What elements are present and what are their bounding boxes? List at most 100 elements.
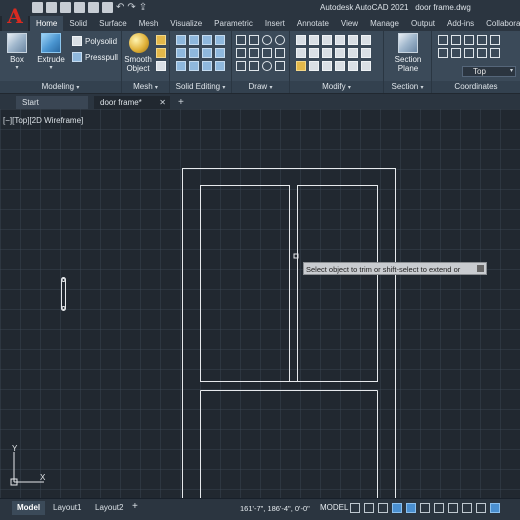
erase-icon[interactable] <box>335 35 345 45</box>
share-icon[interactable]: ⇪ <box>139 2 147 13</box>
thicken-icon[interactable] <box>189 61 199 71</box>
tab-manage[interactable]: Manage <box>364 16 405 31</box>
redo-icon[interactable]: ↷ <box>127 2 135 13</box>
tab-start[interactable]: Start <box>16 96 88 109</box>
mesh-group-label[interactable]: Mesh ▾ <box>122 81 169 93</box>
subtract-icon[interactable] <box>189 35 199 45</box>
draw-group-label[interactable]: Draw ▾ <box>232 81 289 93</box>
isometric-drafting-icon[interactable] <box>420 503 430 513</box>
ortho-mode-icon[interactable] <box>392 503 402 513</box>
union-icon[interactable] <box>176 35 186 45</box>
shell-icon[interactable] <box>202 61 212 71</box>
box-button[interactable]: Box ▾ <box>4 33 30 71</box>
polar-tracking-icon[interactable] <box>406 503 416 513</box>
arc-icon[interactable] <box>275 35 285 45</box>
ucs-z-axis-icon[interactable] <box>464 48 474 58</box>
web-mobile-icon[interactable] <box>88 2 99 13</box>
ucs-object-icon[interactable] <box>490 35 500 45</box>
tab-layout1[interactable]: Layout1 <box>48 501 86 515</box>
presspull-button[interactable]: Presspull <box>72 52 118 62</box>
mesh-smooth-more-icon[interactable] <box>156 48 166 58</box>
imprint-icon[interactable] <box>215 61 225 71</box>
new-tab-button[interactable]: + <box>178 96 184 109</box>
tab-home[interactable]: Home <box>30 16 64 31</box>
tab-door-frame[interactable]: door frame* ✕ <box>94 96 170 109</box>
array-icon[interactable] <box>361 48 371 58</box>
fillet-icon[interactable] <box>322 48 332 58</box>
ucs-x-icon[interactable] <box>490 48 500 58</box>
coordinate-readout[interactable]: 161'-7", 186'-4", 0'-0" <box>240 504 310 513</box>
open-file-icon[interactable] <box>46 2 57 13</box>
tab-parametric[interactable]: Parametric <box>208 16 259 31</box>
tab-visualize[interactable]: Visualize <box>164 16 208 31</box>
intersect-icon[interactable] <box>202 35 212 45</box>
polyline-icon[interactable] <box>249 35 259 45</box>
workspace-switching-icon[interactable] <box>490 503 500 513</box>
extrude-button[interactable]: Extrude ▾ <box>36 33 66 71</box>
polysolid-button[interactable]: Polysolid <box>72 36 117 46</box>
mirror-icon[interactable] <box>309 48 319 58</box>
offset-icon[interactable] <box>361 35 371 45</box>
polygon-icon[interactable] <box>236 61 246 71</box>
object-snap-icon[interactable] <box>448 503 458 513</box>
undo-icon[interactable]: ↶ <box>116 2 124 13</box>
fillet-edge-icon[interactable] <box>189 48 199 58</box>
explode-icon[interactable] <box>348 35 358 45</box>
tab-output[interactable]: Output <box>405 16 441 31</box>
tab-solid[interactable]: Solid <box>63 16 93 31</box>
ucs-origin-icon[interactable] <box>451 48 461 58</box>
tooltip-options-icon[interactable] <box>477 265 484 272</box>
tab-surface[interactable]: Surface <box>93 16 133 31</box>
modeling-group-label[interactable]: Modeling ▾ <box>0 81 121 93</box>
smooth-object-button[interactable]: Smooth Object <box>124 33 154 73</box>
snap-mode-icon[interactable] <box>364 503 374 513</box>
tab-insert[interactable]: Insert <box>259 16 291 31</box>
circle-icon[interactable] <box>262 35 272 45</box>
save-icon[interactable] <box>60 2 71 13</box>
ucs-3point-icon[interactable] <box>477 48 487 58</box>
solid-editing-group-label[interactable]: Solid Editing ▾ <box>170 81 231 93</box>
chamfer-icon[interactable] <box>361 61 371 71</box>
interfere-icon[interactable] <box>176 48 186 58</box>
close-icon[interactable]: ✕ <box>159 96 166 109</box>
mesh-box-icon[interactable] <box>156 35 166 45</box>
tab-mesh[interactable]: Mesh <box>133 16 165 31</box>
extract-edges-icon[interactable] <box>215 48 225 58</box>
view-select[interactable]: Top ▾ <box>462 66 516 77</box>
boundary-icon[interactable] <box>275 48 285 58</box>
save-as-icon[interactable] <box>74 2 85 13</box>
scale-icon[interactable] <box>348 48 358 58</box>
line-icon[interactable] <box>236 35 246 45</box>
match-properties-icon[interactable] <box>296 61 306 71</box>
model-space-button[interactable]: MODEL <box>318 502 350 513</box>
new-file-icon[interactable] <box>32 2 43 13</box>
section-plane-button[interactable]: Section Plane <box>390 33 426 73</box>
rotate-icon[interactable] <box>309 35 319 45</box>
ellipse-icon[interactable] <box>262 61 272 71</box>
construction-line-icon[interactable] <box>249 48 259 58</box>
coordinates-group-label[interactable]: Coordinates <box>432 81 520 93</box>
spline-icon[interactable] <box>236 48 246 58</box>
tab-annotate[interactable]: Annotate <box>291 16 335 31</box>
lengthen-icon[interactable] <box>348 61 358 71</box>
door-frame-drawing[interactable] <box>0 109 520 498</box>
tab-collaborate[interactable]: Collaborate <box>480 16 520 31</box>
rectangle-icon[interactable] <box>249 61 259 71</box>
mesh-refine-icon[interactable] <box>156 61 166 71</box>
lineweight-icon[interactable] <box>462 503 472 513</box>
tab-add-ins[interactable]: Add-ins <box>441 16 480 31</box>
copy-icon[interactable] <box>296 48 306 58</box>
stretch-icon[interactable] <box>335 48 345 58</box>
tab-layout2[interactable]: Layout2 <box>90 501 128 515</box>
section-group-label[interactable]: Section ▾ <box>384 81 431 93</box>
align-icon[interactable] <box>309 61 319 71</box>
trim-icon[interactable] <box>322 35 332 45</box>
ucs-face-icon[interactable] <box>477 35 487 45</box>
separate-icon[interactable] <box>176 61 186 71</box>
ucs-world-icon[interactable] <box>451 35 461 45</box>
slice-icon[interactable] <box>215 35 225 45</box>
infer-constraints-icon[interactable] <box>378 503 388 513</box>
add-layout-button[interactable]: + <box>132 501 138 512</box>
ucs-previous-icon[interactable] <box>464 35 474 45</box>
grid-display-icon[interactable] <box>350 503 360 513</box>
